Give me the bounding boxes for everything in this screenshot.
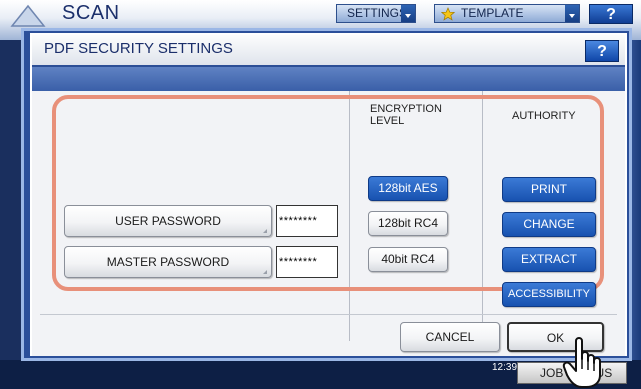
hand-cursor-icon	[562, 337, 601, 388]
background-title: SCAN	[62, 2, 120, 24]
scan-logo-icon	[10, 4, 46, 27]
authority-heading: AUTHORITY	[512, 110, 576, 122]
clock-display: 12:39	[492, 362, 518, 373]
template-label: TEMPLATE	[461, 6, 524, 20]
encryption-option-128bit-rc4[interactable]: 128bit RC4	[368, 211, 448, 236]
master-password-field[interactable]: ********	[276, 246, 338, 278]
footer-divider	[40, 314, 617, 315]
master-password-button[interactable]: MASTER PASSWORD	[64, 246, 272, 278]
cancel-button[interactable]: CANCEL	[400, 322, 500, 352]
dialog-body: ENCRYPTION LEVEL AUTHORITY USER PASSWORD…	[32, 91, 625, 356]
encryption-option-128bit-aes[interactable]: 128bit AES	[368, 176, 448, 201]
master-password-label: MASTER PASSWORD	[106, 255, 230, 269]
authority-extract-button[interactable]: EXTRACT	[502, 247, 596, 272]
pdf-security-dialog: PDF SECURITY SETTINGS ? ENCRYPTION LEVEL…	[30, 33, 627, 356]
user-password-field[interactable]: ********	[276, 205, 338, 237]
corner-indicator-icon	[259, 270, 267, 274]
dialog-header-band	[32, 67, 625, 91]
settings-dropdown-icon	[401, 5, 415, 22]
authority-print-button[interactable]: PRINT	[502, 177, 596, 202]
dialog-title: PDF SECURITY SETTINGS	[44, 40, 233, 57]
user-password-button[interactable]: USER PASSWORD	[64, 205, 272, 237]
template-dropdown-icon	[565, 5, 579, 22]
encryption-level-heading: ENCRYPTION LEVEL	[370, 103, 442, 127]
star-icon	[441, 7, 455, 21]
dialog-header: PDF SECURITY SETTINGS ?	[32, 35, 625, 67]
settings-label: SETTINGS	[347, 6, 408, 20]
template-button[interactable]: TEMPLATE	[434, 4, 580, 23]
background-help-button[interactable]: ?	[589, 4, 633, 24]
user-password-label: USER PASSWORD	[115, 214, 221, 228]
encryption-option-40bit-rc4[interactable]: 40bit RC4	[368, 247, 448, 272]
dialog-help-button[interactable]: ?	[585, 40, 619, 62]
corner-indicator-icon	[259, 229, 267, 233]
authority-accessibility-button[interactable]: ACCESSIBILITY	[502, 282, 596, 307]
authority-change-button[interactable]: CHANGE	[502, 212, 596, 237]
settings-button[interactable]: SETTINGS	[336, 4, 416, 23]
